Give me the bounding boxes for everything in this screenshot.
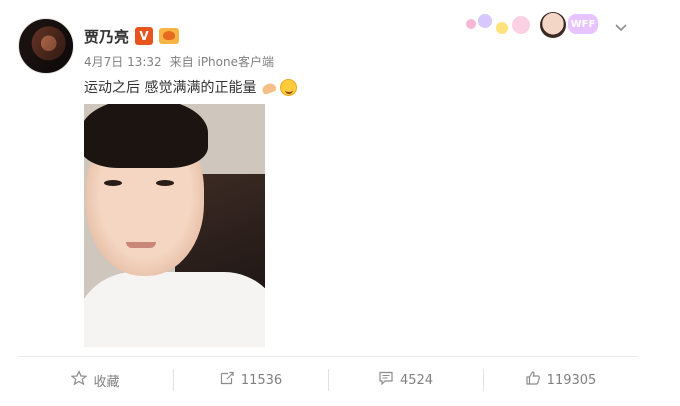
like-button[interactable]: 119305 [483,357,638,403]
banner-dot [466,19,476,29]
banner-dot [478,14,492,28]
author-row: 贾乃亮 V [84,25,180,47]
smile-emoji-icon [280,78,298,96]
banner-dot [512,16,530,34]
verified-badge[interactable]: V [135,27,154,45]
avatar-shade [19,19,73,73]
repost-button[interactable]: 11536 [173,357,328,403]
banner-dot [496,22,508,34]
thumbs-up-icon [525,370,541,390]
post-actions-bar: 收藏 11536 4524 119305 [18,357,638,403]
comment-count: 4524 [399,372,434,388]
like-count: 119305 [546,372,597,388]
photo-mouth [126,242,156,248]
photo-shirt [84,272,265,347]
favorite-label: 收藏 [93,374,120,390]
photo-hair [84,104,208,168]
star-icon [70,370,89,390]
comment-icon [378,370,394,390]
photo-eye-right [156,180,174,186]
favorite-button[interactable]: 收藏 [18,357,173,403]
crown-level-icon[interactable] [159,28,180,44]
muscle-emoji-icon [260,78,278,96]
repost-icon [219,370,235,390]
post-text-content: 运动之后 感觉满满的正能量 [84,80,257,96]
banner-avatar-icon [540,12,566,38]
post-source[interactable]: 来自 iPhone客户端 [170,53,274,70]
post-meta: 4月7日 13:32 来自 iPhone客户端 [84,53,274,70]
post-time[interactable]: 4月7日 13:32 [84,53,162,70]
photo-eye-left [104,180,122,186]
post-text: 运动之后 感觉满满的正能量 [84,77,298,97]
post-menu-chevron-down-icon[interactable] [612,18,630,36]
banner-tag: WFF [568,14,598,34]
comment-button[interactable]: 4524 [328,357,483,403]
repost-count: 11536 [240,372,283,388]
decorative-banner: WFF [446,10,606,40]
author-avatar[interactable] [18,18,74,74]
post-photo[interactable] [84,104,265,347]
author-name[interactable]: 贾乃亮 [84,26,129,47]
